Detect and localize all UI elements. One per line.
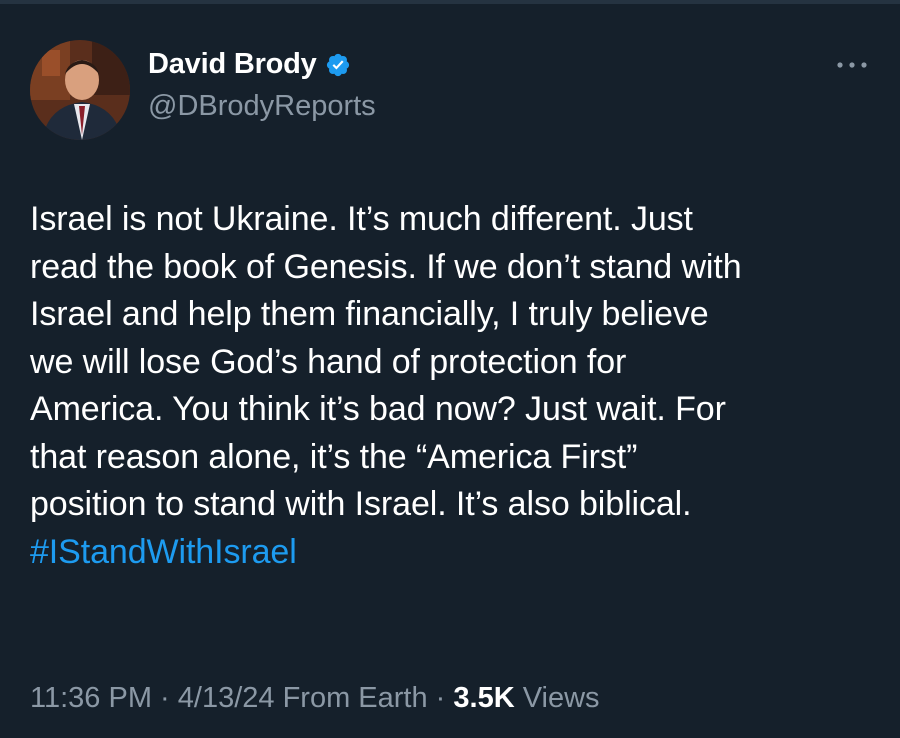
avatar-image bbox=[30, 40, 130, 140]
views-count[interactable]: 3.5K bbox=[453, 682, 514, 714]
handle[interactable]: @DBrodyReports bbox=[148, 90, 376, 123]
tweet-text: Israel is not Ukraine. It’s much differe… bbox=[30, 196, 880, 576]
meta-separator: · bbox=[427, 682, 454, 714]
hashtag-link[interactable]: #IStandWithIsrael bbox=[30, 529, 880, 577]
more-options-icon[interactable] bbox=[834, 58, 870, 72]
avatar[interactable] bbox=[30, 40, 130, 140]
tweet-meta: 11:36 PM · 4/13/24 From Earth · 3.5K Vie… bbox=[30, 682, 600, 715]
meta-separator: · bbox=[151, 682, 178, 714]
tweet-body-text: Israel is not Ukraine. It’s much differe… bbox=[30, 200, 742, 523]
verified-badge-icon bbox=[326, 53, 349, 76]
tweet-time[interactable]: 11:36 PM bbox=[30, 682, 152, 714]
views-label: Views bbox=[514, 682, 600, 714]
tweet-header: David Brody @DBrodyReports bbox=[30, 40, 870, 140]
tweet-source: From Earth bbox=[274, 682, 428, 714]
top-border bbox=[0, 0, 900, 4]
name-row: David Brody bbox=[148, 48, 351, 81]
tweet-date[interactable]: 4/13/24 bbox=[178, 682, 275, 714]
display-name[interactable]: David Brody bbox=[148, 48, 317, 81]
